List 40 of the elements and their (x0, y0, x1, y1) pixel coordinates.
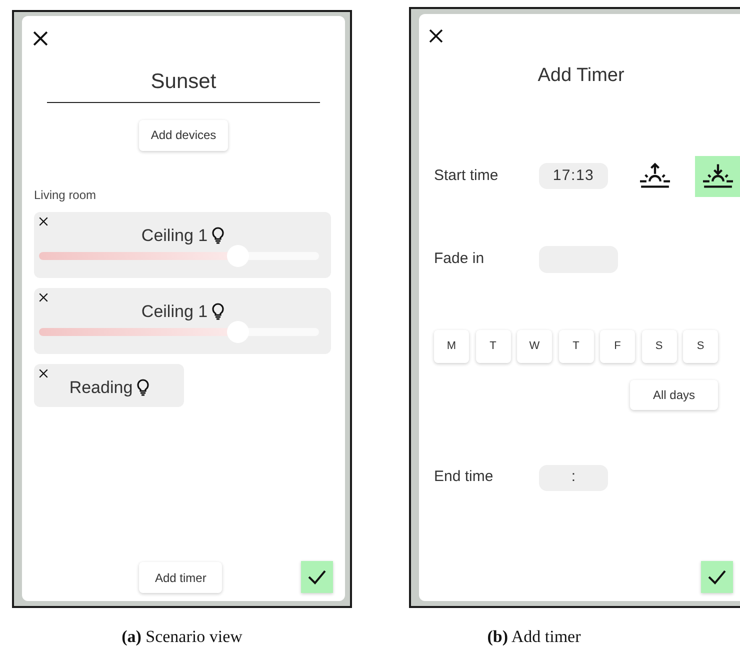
day-toggle[interactable]: W (517, 330, 552, 362)
scenario-name-field[interactable]: Sunset (150, 66, 216, 98)
screen-title: Add Timer (538, 64, 624, 88)
lightbulb-icon (212, 302, 224, 320)
mode-toggle[interactable] (695, 156, 740, 196)
checkmark-icon (707, 569, 727, 585)
lightbulb-icon (212, 226, 224, 244)
brightness-slider[interactable] (39, 244, 319, 266)
add-devices-button[interactable]: Add devices (138, 120, 228, 150)
field-label: Start time (434, 166, 500, 186)
device-name: Ceiling 1 (141, 300, 208, 322)
day-toggle[interactable]: M (434, 330, 469, 362)
close-icon[interactable] (33, 31, 48, 46)
field-label: Fade in (434, 248, 486, 269)
day-toggle[interactable]: T (558, 330, 594, 362)
day-toggle[interactable]: S (642, 330, 676, 362)
close-icon[interactable] (39, 216, 48, 226)
close-icon[interactable] (429, 29, 443, 43)
sunrise-icon (638, 161, 672, 191)
day-toggle[interactable]: F (600, 330, 635, 362)
lightbulb-icon (136, 378, 149, 396)
confirm-button[interactable] (701, 561, 733, 593)
close-icon[interactable] (39, 368, 48, 378)
close-icon[interactable] (39, 292, 48, 302)
time-field[interactable]: 17:13 (539, 163, 608, 189)
time-field[interactable]: : (539, 464, 608, 490)
checkmark-icon (307, 569, 327, 585)
field-label: End time (434, 467, 494, 488)
all-days-button[interactable]: All days (630, 380, 718, 410)
device-name: Ceiling 1 (141, 224, 208, 246)
add-timer-button[interactable]: Add timer (139, 562, 222, 593)
device-name: Reading (69, 376, 133, 398)
sunset-icon (700, 161, 734, 191)
day-toggle[interactable]: S (683, 330, 718, 362)
figure-caption: (a) Scenario view (122, 626, 242, 648)
brightness-slider[interactable] (39, 320, 319, 342)
confirm-button[interactable] (301, 561, 333, 593)
room-label: Living room (34, 186, 98, 204)
figure-caption: (b) Add timer (487, 626, 581, 648)
day-toggle[interactable]: T (476, 330, 510, 362)
